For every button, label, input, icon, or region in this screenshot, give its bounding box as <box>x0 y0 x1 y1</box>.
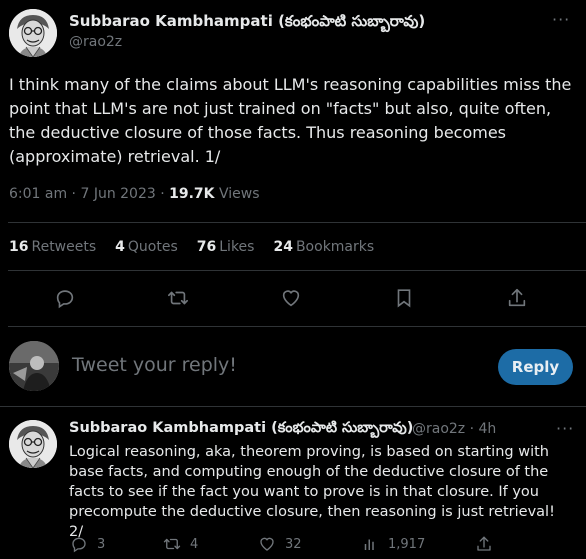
reply-handle-time[interactable]: @rao2z · 4h <box>412 421 496 437</box>
views-count-action[interactable]: 1,917 <box>361 535 425 553</box>
reply-input[interactable]: Tweet your reply! <box>72 354 237 376</box>
retweet-count: 4 <box>190 536 199 552</box>
divider <box>8 222 586 223</box>
views-label: Views <box>218 186 260 202</box>
tweet-stats: 16 Retweets 4 Quotes 76 Likes 24 Bookmarks <box>9 239 374 255</box>
views-count: 1,917 <box>388 536 426 552</box>
like-count: 32 <box>285 536 302 552</box>
reply-count: 3 <box>97 536 106 552</box>
bookmark-icon[interactable] <box>393 287 417 311</box>
retweet-icon <box>163 538 181 550</box>
retweet-icon[interactable] <box>167 287 191 311</box>
reply-share-action[interactable] <box>475 535 493 553</box>
tweet-actions <box>0 287 586 311</box>
tweet-meta: 6:01 am · 7 Jun 2023 · 19.7K Views <box>9 186 260 202</box>
likes-stat[interactable]: 76 Likes <box>197 239 255 255</box>
reply-tweet-actions: 3 4 32 1,917 <box>0 535 586 555</box>
reply-icon <box>72 537 86 553</box>
views-count: 19.7K <box>169 186 215 202</box>
divider <box>8 326 586 327</box>
like-count-action[interactable]: 32 <box>258 535 302 553</box>
quotes-stat[interactable]: 4 Quotes <box>115 239 178 255</box>
author-name[interactable]: Subbarao Kambhampati (కంభంపాటి సుబ్బారావ… <box>69 12 425 34</box>
like-icon <box>260 537 274 551</box>
like-icon[interactable] <box>280 287 304 311</box>
author-handle[interactable]: @rao2z <box>69 34 122 50</box>
more-options-icon[interactable]: ··· <box>552 10 570 29</box>
retweets-stat[interactable]: 16 Retweets <box>9 239 96 255</box>
share-icon[interactable] <box>506 287 530 311</box>
reply-author-name[interactable]: Subbarao Kambhampati (కంభంపాటి సుబ్బారావ… <box>69 420 413 440</box>
tweet-timestamp[interactable]: 6:01 am · 7 Jun 2023 · <box>9 186 169 202</box>
divider <box>0 406 586 407</box>
bookmarks-stat[interactable]: 24 Bookmarks <box>273 239 374 255</box>
reply-tweet-text: Logical reasoning, aka, theorem proving,… <box>69 444 555 540</box>
analytics-icon <box>364 539 374 550</box>
current-user-avatar[interactable] <box>9 341 59 391</box>
reply-more-options-icon[interactable]: ··· <box>556 419 574 438</box>
reply-button[interactable]: Reply <box>498 349 573 385</box>
reply-icon[interactable] <box>54 287 78 311</box>
reply-count-action[interactable]: 3 <box>70 535 105 553</box>
reply-author-avatar[interactable] <box>9 420 57 468</box>
retweet-count-action[interactable]: 4 <box>163 535 198 553</box>
divider <box>8 270 586 271</box>
tweet-text: I think many of the claims about LLM's r… <box>9 75 572 166</box>
author-avatar[interactable] <box>9 9 57 57</box>
share-icon <box>477 536 491 551</box>
